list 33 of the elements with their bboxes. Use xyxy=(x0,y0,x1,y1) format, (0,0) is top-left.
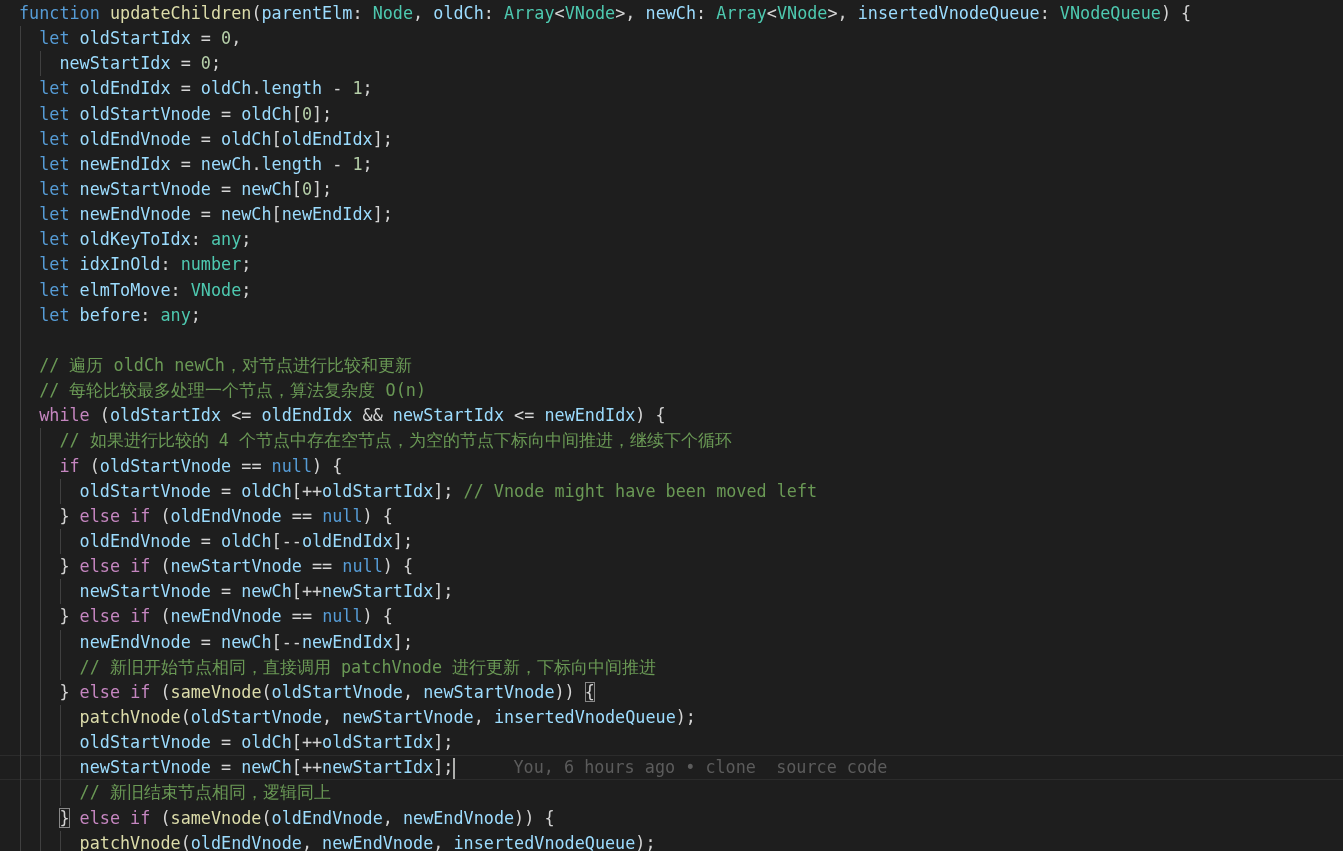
code-line: oldStartVnode = oldCh[++oldStartIdx]; xyxy=(79,731,454,755)
code-line: newStartVnode = newCh[++newStartIdx]; xyxy=(79,580,454,604)
code-line: newEndVnode = newCh[--newEndIdx]; xyxy=(79,630,414,654)
code-line: let oldStartVnode = oldCh[0]; xyxy=(39,102,333,126)
code-line: let idxInOld: number; xyxy=(39,253,252,277)
code-line: } else if (sameVnode(oldEndVnode, newEndVnode)) { xyxy=(59,806,555,830)
code-line: let oldKeyToIdx: any; xyxy=(39,228,252,252)
code-line: let newStartVnode = newCh[0]; xyxy=(39,178,333,201)
code-line: while (oldStartIdx <= oldEndIdx && newStartIdx <= newEndIdx) { xyxy=(39,404,666,428)
code-line: let oldEndIdx = oldCh.length - 1; xyxy=(39,77,373,101)
code-line: let newEndVnode = newCh[newEndIdx]; xyxy=(39,203,393,227)
blame-annotation: You, 6 hours ago • clone source code xyxy=(513,756,888,780)
code-line: let oldEndVnode = oldCh[oldEndIdx]; xyxy=(39,127,393,151)
code-line: newStartIdx = 0; xyxy=(59,52,222,76)
code-line: // 如果进行比较的 4 个节点中存在空节点，为空的节点下标向中间推进，继续下个循环 xyxy=(59,429,732,453)
code-line: let before: any; xyxy=(39,303,201,327)
code-line: function updateChildren(parentElm: Node, oldCh: Array<VNode>, newCh: Array<VNode>, insertedVnodeQueue: VNodeQueue) { xyxy=(19,2,1192,25)
code-line: // 遍历 oldCh newCh，对节点进行比较和更新 xyxy=(39,353,412,377)
code-line: } else if (sameVnode(oldStartVnode, newStartVnode)) { xyxy=(59,680,595,704)
code-line: oldEndVnode = oldCh[--oldEndIdx]; xyxy=(79,529,414,553)
code-line: let newEndIdx = newCh.length - 1; xyxy=(39,152,373,176)
code-line: if (oldStartVnode == null) { xyxy=(59,454,343,478)
code-line: } else if (oldEndVnode == null) { xyxy=(59,504,393,528)
code-line: // 新旧开始节点相同，直接调用 patchVnode 进行更新，下标向中间推进 xyxy=(79,655,657,679)
code-line: // 新旧结束节点相同，逻辑同上 xyxy=(79,781,331,805)
code-line: let oldStartIdx = 0, xyxy=(39,27,242,51)
code-line: patchVnode(oldStartVnode, newStartVnode, insertedVnodeQueue); xyxy=(79,705,696,729)
code-line: let elmToMove: VNode; xyxy=(39,278,252,302)
code-line: // 每轮比较最多处理一个节点，算法复杂度 O(n) xyxy=(39,379,426,403)
code-line: } else if (newStartVnode == null) { xyxy=(59,555,414,579)
code-line: oldStartVnode = oldCh[++oldStartIdx]; // Vnode might have been moved left xyxy=(79,479,818,503)
code-line: newStartVnode = newCh[++newStartIdx]; xyxy=(79,756,456,781)
code-line: } else if (newEndVnode == null) { xyxy=(59,605,393,629)
